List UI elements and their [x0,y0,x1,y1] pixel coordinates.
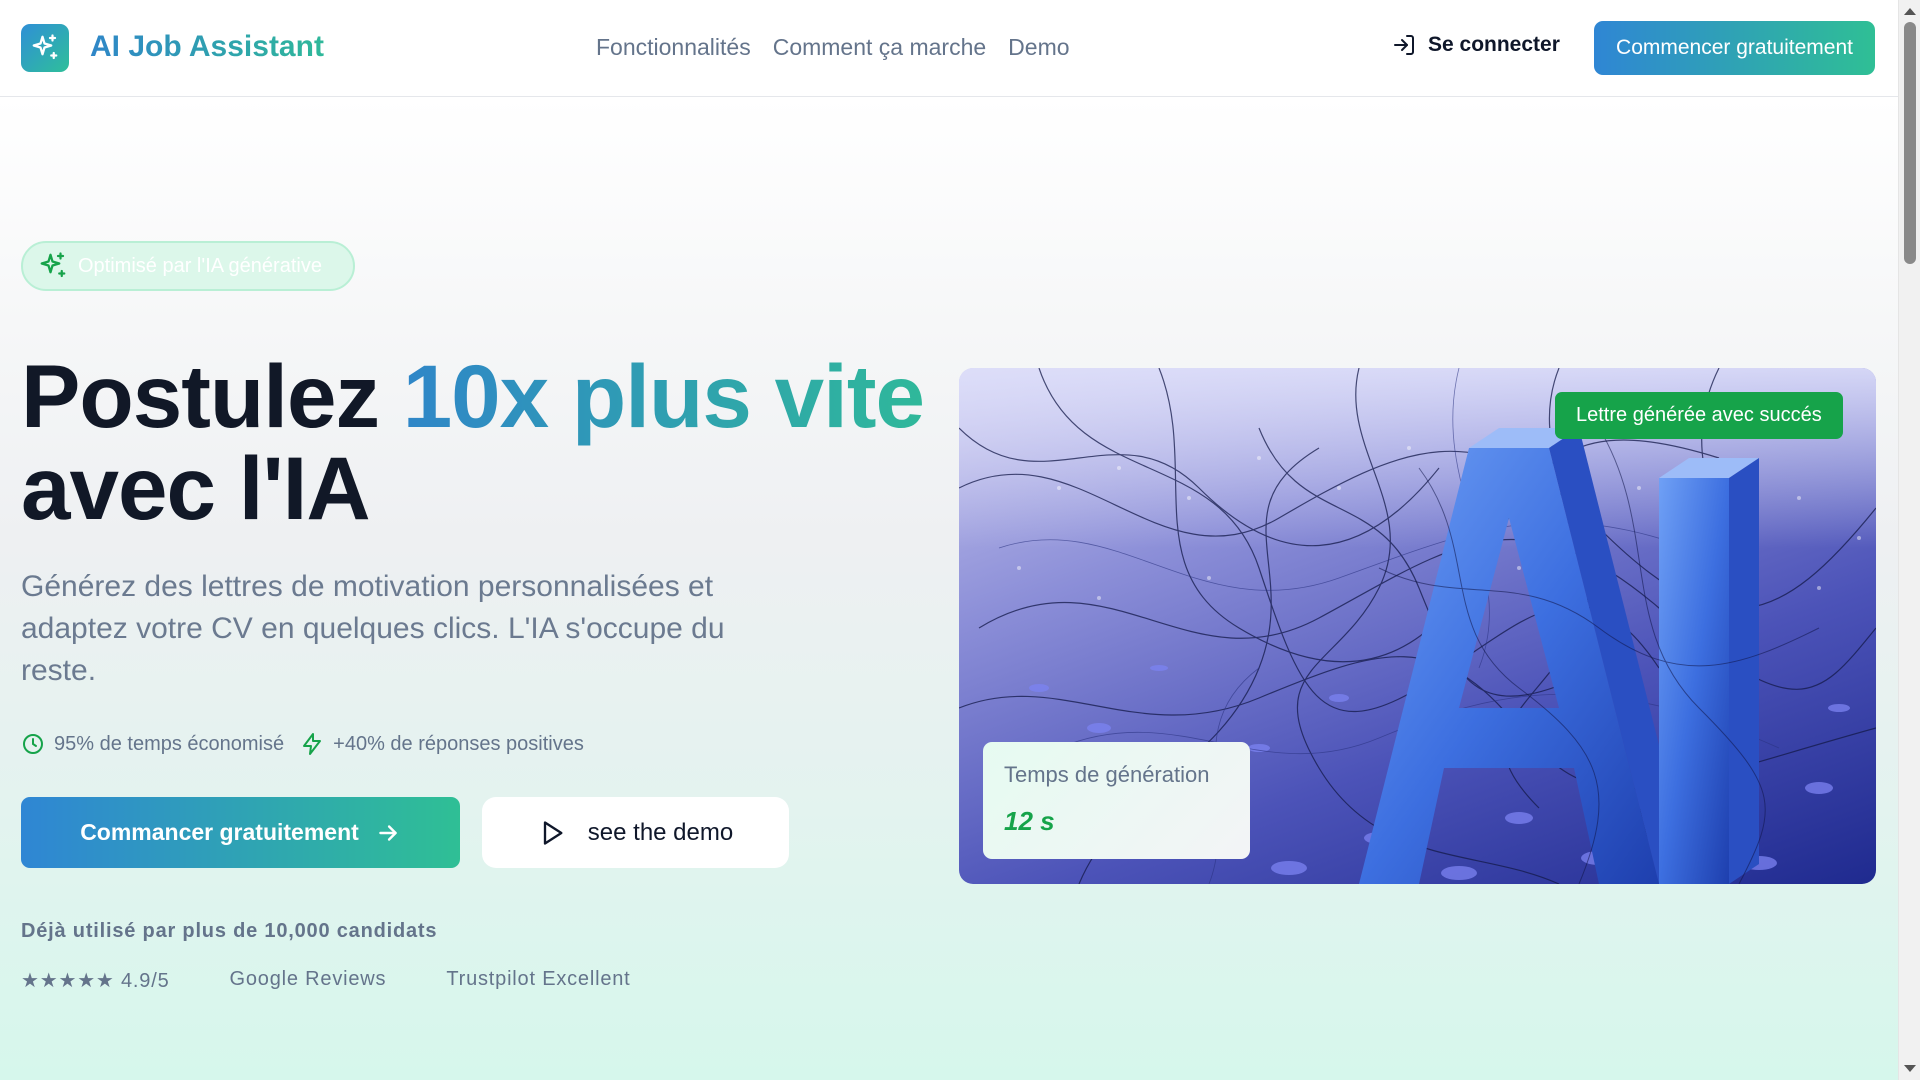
hero-image: Lettre générée avec succés Temps de géné… [959,368,1876,884]
login-button[interactable]: Se connecter [1392,33,1560,57]
generation-time-card: Temps de génération 12 s [983,742,1250,859]
social-proof-title: Déjà utilisé par plus de 10,000 candidat… [21,920,438,942]
nav-link-features[interactable]: Fonctionnalités [596,34,751,61]
success-badge: Lettre générée avec succés [1555,392,1843,439]
see-demo-button[interactable]: see the demo [482,797,789,868]
scroll-up-arrow-icon[interactable] [1904,8,1916,15]
hero-title: Postulez 10x plus vite avec l'IA [21,350,941,534]
generation-time-label: Temps de génération [1004,762,1210,787]
login-label: Se connecter [1428,33,1560,56]
hero-title-part2: avec l'IA [21,438,371,538]
nav-link-how-it-works[interactable]: Comment ça marche [773,34,986,61]
vertical-scrollbar[interactable] [1898,0,1920,1080]
rating: ★★★★★ 4.9/5 [21,970,170,992]
badge-label: Optimisé par l'IA générative [78,254,322,277]
stat-time-saved: 95% de temps économisé [21,732,284,756]
scroll-down-arrow-icon[interactable] [1904,1065,1916,1072]
generation-time-value: 12 s [1004,806,1055,836]
bolt-icon [303,733,322,755]
trustpilot: Trustpilot Excellent [446,968,631,990]
cta-label: Commancer gratuitement [80,819,359,845]
stat-text: +40% de réponses positives [333,732,584,755]
hero-title-part1: Postulez [21,346,403,446]
google-reviews: Google Reviews [229,968,387,990]
top-navbar: AI Job Assistant Fonctionnalités Comment… [0,0,1898,97]
demo-label: see the demo [587,818,734,846]
play-icon [543,820,563,845]
ai-powered-badge: Optimisé par l'IA générative [21,241,355,291]
stat-positive-responses: +40% de réponses positives [300,732,584,756]
start-free-cta-button[interactable]: Commancer gratuitement [21,797,460,868]
page: AI Job Assistant Fonctionnalités Comment… [0,0,1898,1080]
stat-text: 95% de temps économisé [54,732,285,755]
clock-icon [23,734,43,754]
login-icon [1394,35,1414,55]
logo-icon[interactable] [21,24,69,72]
sparkles-icon [40,252,66,278]
hero-subtitle: Générez des lettres de motivation person… [21,570,725,687]
social-proof-items: ★★★★★ 4.9/5 Google Reviews Trustpilot Ex… [21,968,631,993]
arrow-right-icon [379,824,397,841]
nav-link-demo[interactable]: Demo [1008,34,1069,61]
brand-name[interactable]: AI Job Assistant [90,30,324,64]
hero-stats: 95% de temps économisé +40% de réponses … [21,732,584,756]
scrollbar-thumb[interactable] [1904,22,1916,264]
main-nav: Fonctionnalités Comment ça marche Demo [596,34,1070,61]
hero-title-accent: 10x plus vite [402,346,925,446]
start-free-button[interactable]: Commencer gratuitement [1594,21,1875,75]
